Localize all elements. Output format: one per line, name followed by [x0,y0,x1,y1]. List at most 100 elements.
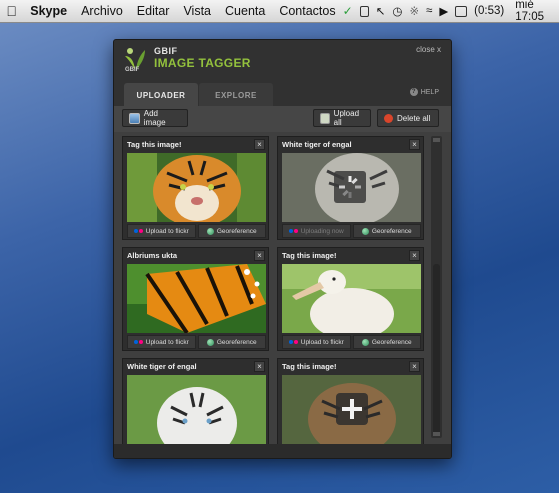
image-card: Tag this image! × [277,358,424,458]
georeference-button[interactable]: Georeference [197,335,266,349]
white-tiger-photo [127,375,266,444]
delete-icon [384,113,393,123]
image-grid: Tag this image! × Upload to flickr Geore… [114,132,451,458]
delete-all-button[interactable]: Delete all [377,109,439,127]
remove-card-button[interactable]: × [409,250,420,261]
app-title: IMAGE TAGGER [154,56,251,70]
card-title[interactable]: White tiger of engal [127,362,197,371]
scroll-up-arrow[interactable] [433,138,440,142]
window-footer [114,444,451,458]
delete-all-label: Delete all [397,113,431,123]
white-tiger-photo [282,153,421,222]
battery-time: (0:53) [474,5,505,17]
display-icon[interactable] [359,5,369,17]
uploader-toolbar: Add image Upload all Delete all [114,106,451,132]
help-icon: ? [409,88,418,96]
upload-spinner-bg [334,171,366,203]
card-actions: Upload to flickr Georeference [127,224,266,238]
image-card: Tag this image! × Upload to flickr Geore… [122,136,269,240]
butterfly-photo [127,264,266,333]
flickr-icon [133,229,143,233]
georeference-label: Georeference [371,227,412,235]
card-title[interactable]: Tag this image! [127,140,181,149]
image-card: White tiger of engal × [122,358,269,458]
mac-menubar:  Skype Archivo Editar Vista Cuenta Cont… [0,0,559,23]
card-actions: Uploading now Georeference [282,224,421,238]
upload-label: Uploading now [300,227,344,235]
upload-to-flickr-button[interactable]: Upload to flickr [282,335,351,349]
logo-gbif-small: GBIF [125,67,140,73]
menu-cuenta[interactable]: Cuenta [218,4,272,18]
time-machine-icon[interactable]: ◷ [392,4,402,18]
globe-icon [206,227,214,235]
georeference-button[interactable]: Georeference [352,224,421,238]
georeference-label: Georeference [216,227,257,235]
bluetooth-icon[interactable]: ※ [409,4,419,18]
remove-card-button[interactable]: × [254,139,265,150]
flickr-icon [288,340,298,344]
tab-bar: UPLOADER EXPLORE [114,82,451,108]
card-actions: Upload to flickr Georeference [127,335,266,349]
upload-to-flickr-button[interactable]: Upload to flickr [127,335,196,349]
card-title[interactable]: Tag this image! [282,362,336,371]
flickr-icon [133,340,143,344]
image-card: White tiger of engal × [277,136,424,240]
remove-card-button[interactable]: × [254,250,265,261]
menubar-status-area: ✓ ↖ ◷ ※ ≈ ▶ (0:53) mié 17:05 [343,0,559,23]
image-tagger-window: GBIF GBIF IMAGE TAGGER close x UPLOADER … [113,39,452,459]
scrollbar-thumb[interactable] [433,264,440,434]
remove-card-button[interactable]: × [409,139,420,150]
card-title[interactable]: Albriums ukta [127,251,177,260]
globe-icon [361,338,369,346]
window-header: GBIF GBIF IMAGE TAGGER close x [114,40,451,82]
remove-card-button[interactable]: × [254,361,265,372]
menu-contactos[interactable]: Contactos [272,4,342,18]
logo-brand: GBIF [154,46,178,56]
card-actions: Upload to flickr Georeference [282,335,421,349]
menu-vista[interactable]: Vista [176,4,218,18]
help-link[interactable]: ? HELP [409,88,439,96]
upload-to-flickr-button[interactable]: Upload to flickr [127,224,196,238]
flickr-icon [288,229,298,233]
apple-menu-icon[interactable]:  [0,3,23,19]
georeference-label: Georeference [216,338,257,346]
add-image-icon [129,112,140,124]
wifi-icon[interactable]: ≈ [426,5,432,17]
upload-all-button[interactable]: Upload all [313,109,371,127]
menubar-clock[interactable]: mié 17:05 [515,0,551,23]
georeference-label: Georeference [371,338,412,346]
uploading-status: Uploading now [282,224,351,238]
volume-icon[interactable]: ▶ [439,4,448,18]
georeference-button[interactable]: Georeference [352,335,421,349]
menu-archivo[interactable]: Archivo [74,4,130,18]
globe-icon [206,338,214,346]
scroll-down-arrow[interactable] [433,432,440,436]
upload-label: Upload to flickr [300,338,344,346]
tab-uploader[interactable]: UPLOADER [124,83,198,108]
image-card: Tag this image! × Upload to flickr Geore… [277,247,424,351]
tab-explore[interactable]: EXPLORE [199,83,273,108]
pointer-icon[interactable]: ↖ [376,4,386,18]
globe-icon [361,227,369,235]
vertical-scrollbar[interactable] [431,136,442,438]
remove-card-button[interactable]: × [409,361,420,372]
tiger-photo [127,153,266,222]
image-card: Albriums ukta × Upload to flickr Georefe… [122,247,269,351]
georeference-button[interactable]: Georeference [197,224,266,238]
upload-label: Upload to flickr [145,338,189,346]
tiger-photo [282,375,421,444]
upload-label: Upload to flickr [145,227,189,235]
skype-status-icon[interactable]: ✓ [343,4,353,18]
menu-editar[interactable]: Editar [130,4,177,18]
card-title[interactable]: White tiger of engal [282,140,352,149]
close-button[interactable]: close x [416,45,441,54]
card-title[interactable]: Tag this image! [282,251,336,260]
battery-icon[interactable] [455,5,468,17]
add-image-label: Add image [143,109,166,127]
help-label: HELP [420,88,439,96]
upload-all-label: Upload all [333,109,360,127]
pelican-photo [282,264,421,333]
add-image-button[interactable]: Add image [122,109,188,127]
upload-icon [320,112,330,124]
app-menu[interactable]: Skype [23,4,74,18]
